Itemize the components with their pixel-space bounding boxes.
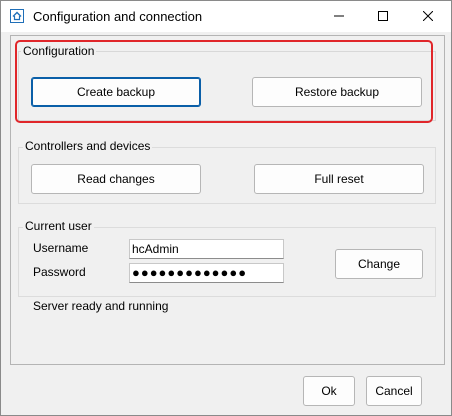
home-icon <box>10 9 24 23</box>
read-changes-button[interactable]: Read changes <box>31 164 201 194</box>
minimize-icon <box>334 10 344 24</box>
cancel-button[interactable]: Cancel <box>366 376 422 406</box>
dialog-window: Configuration and connection Configurati… <box>0 0 452 416</box>
maximize-icon <box>378 10 388 24</box>
maximize-button[interactable] <box>361 1 405 32</box>
current-user-group-title: Current user <box>23 219 94 234</box>
window-title: Configuration and connection <box>33 9 203 24</box>
username-field[interactable]: hcAdmin <box>129 239 284 259</box>
configuration-group-title: Configuration <box>21 44 97 59</box>
controllers-group-title: Controllers and devices <box>23 139 153 154</box>
title-bar[interactable]: Configuration and connection <box>1 1 451 32</box>
change-button[interactable]: Change <box>335 249 423 279</box>
minimize-button[interactable] <box>317 1 361 32</box>
restore-backup-button[interactable]: Restore backup <box>252 77 422 107</box>
ok-button[interactable]: Ok <box>303 376 355 406</box>
password-label: Password <box>33 265 86 279</box>
username-label: Username <box>33 241 89 255</box>
close-button[interactable] <box>406 1 450 32</box>
create-backup-button[interactable]: Create backup <box>31 77 201 107</box>
status-text: Server ready and running <box>33 299 169 313</box>
client-area: Configuration Create backup Restore back… <box>10 35 445 365</box>
close-icon <box>422 10 434 24</box>
password-field[interactable]: ●●●●●●●●●●●●● <box>129 263 284 283</box>
full-reset-button[interactable]: Full reset <box>254 164 424 194</box>
